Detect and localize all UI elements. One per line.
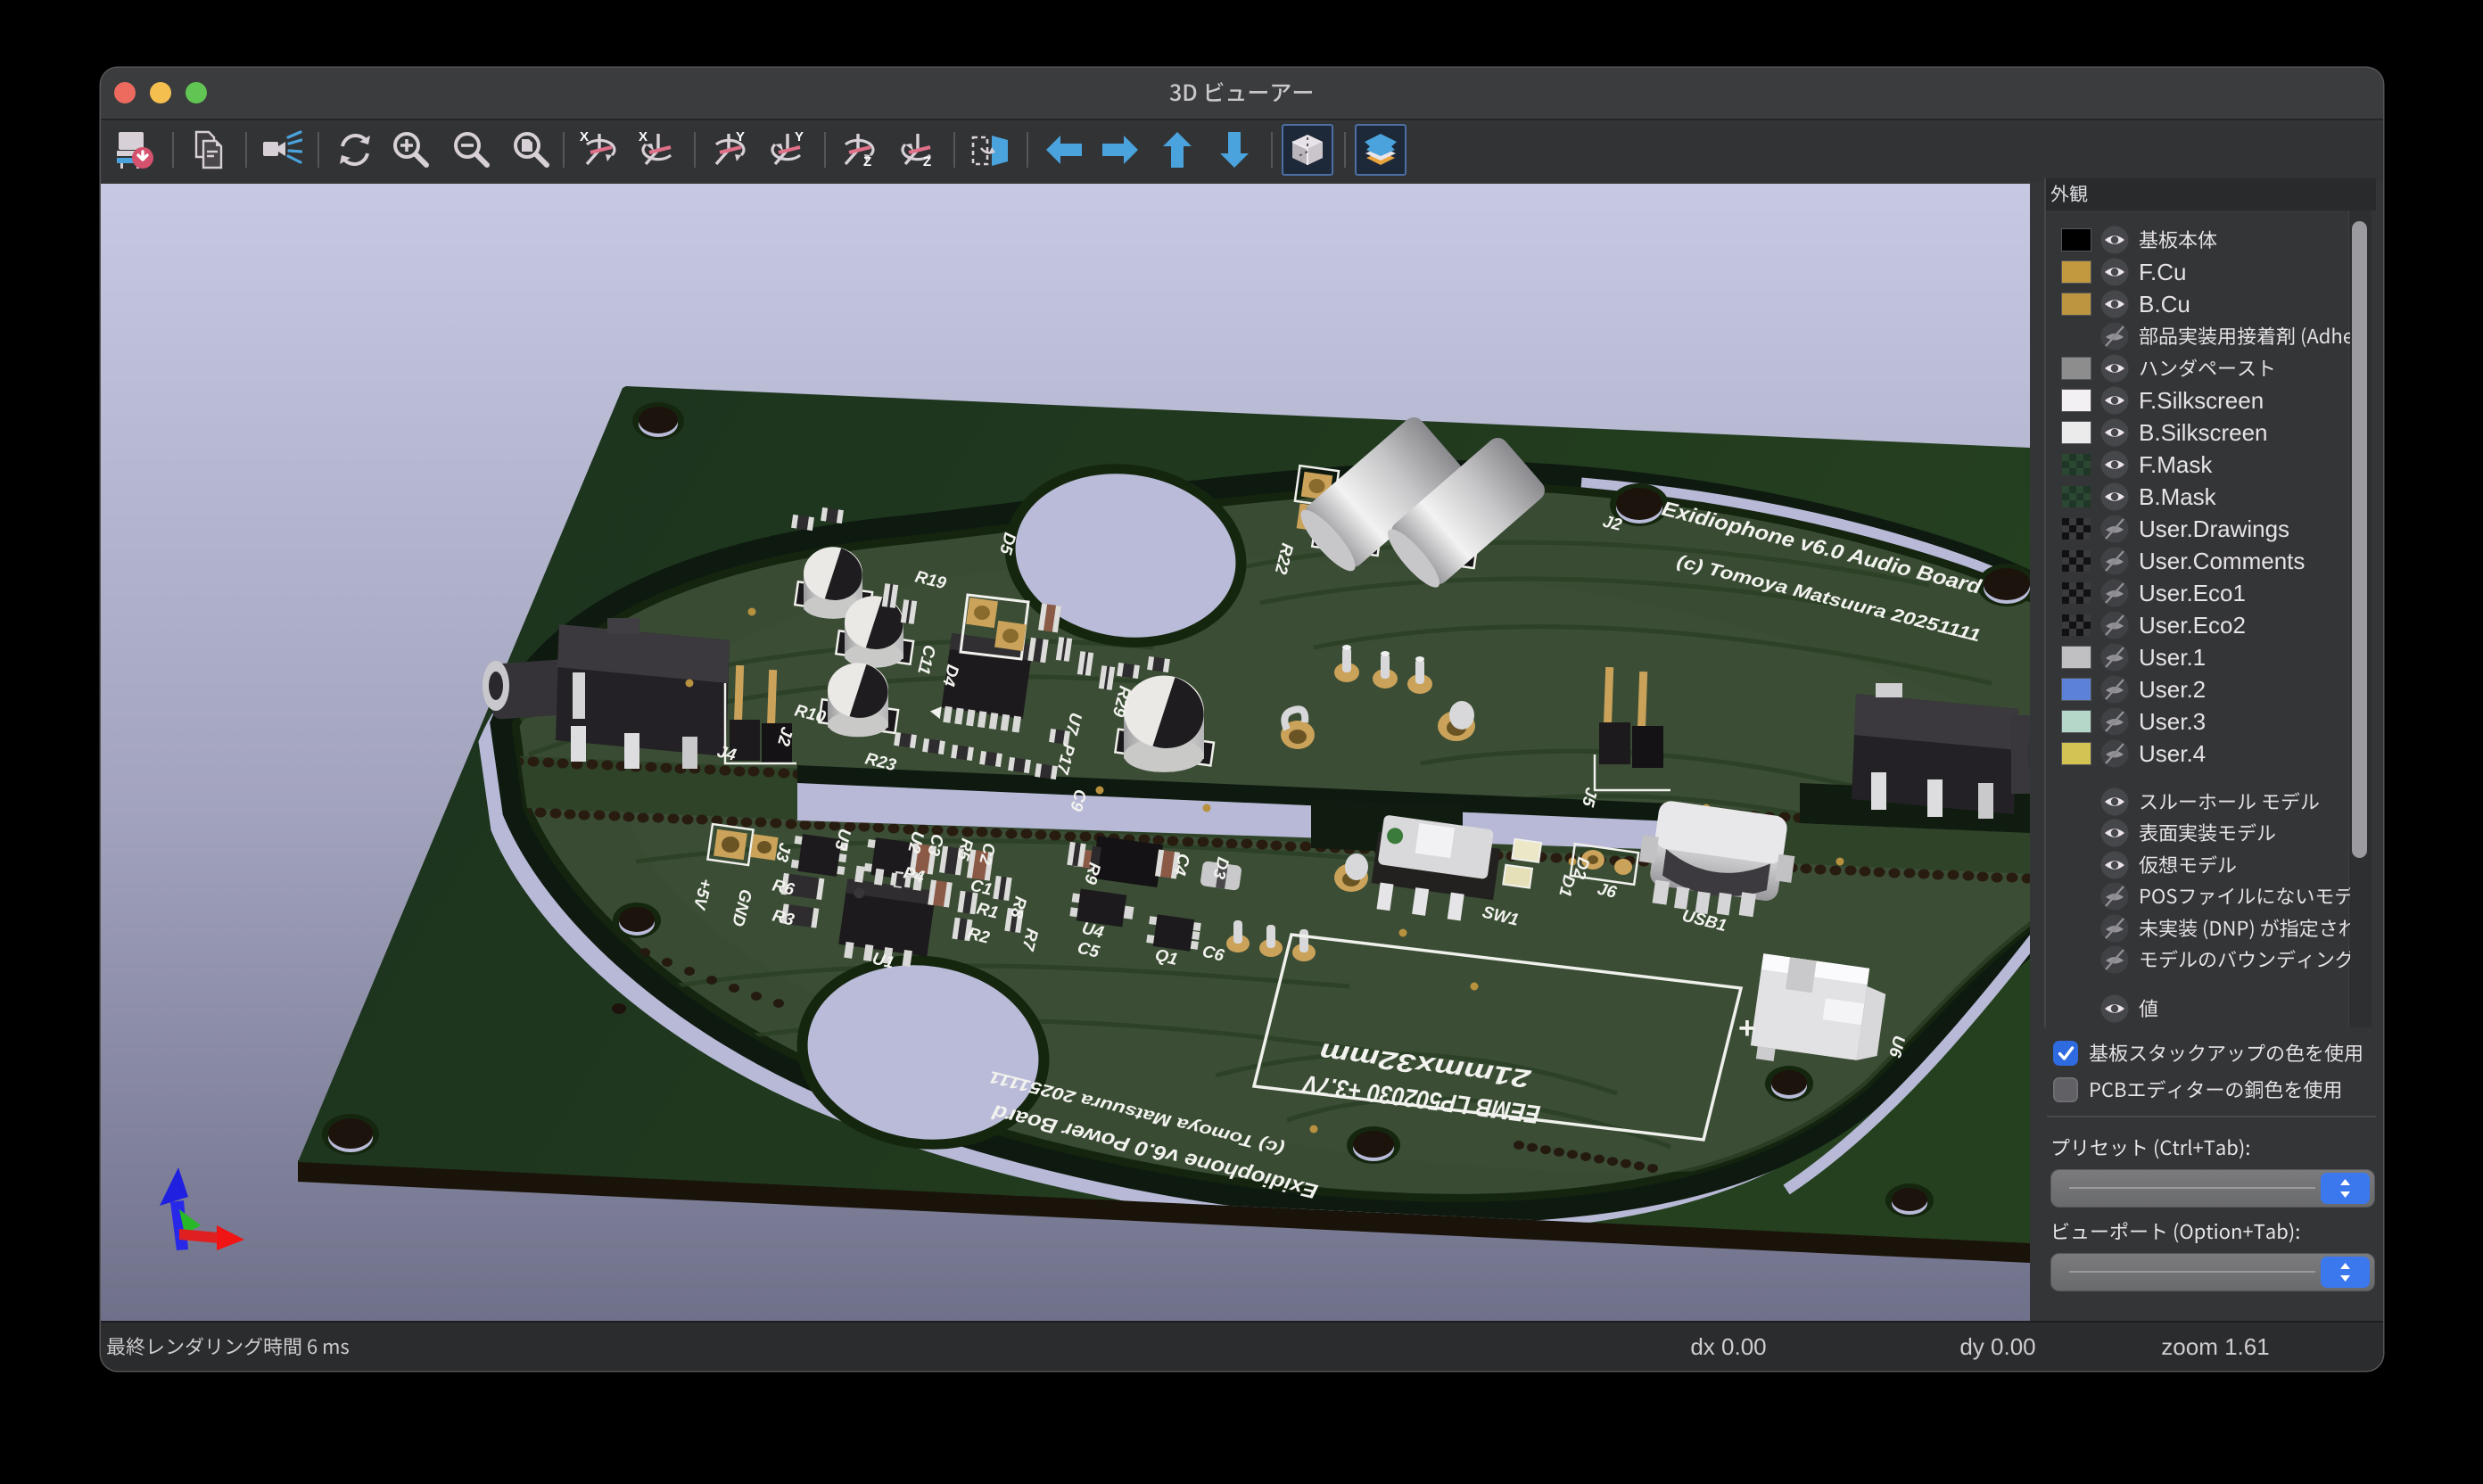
svg-text:Y: Y [736,129,745,144]
svg-text:Z: Z [863,154,871,169]
svg-text:+: + [1738,1011,1756,1045]
svg-text:X: X [580,129,589,144]
svg-text:Z: Z [923,154,931,169]
svg-text:X: X [639,129,648,144]
svg-text:Y: Y [795,129,804,144]
